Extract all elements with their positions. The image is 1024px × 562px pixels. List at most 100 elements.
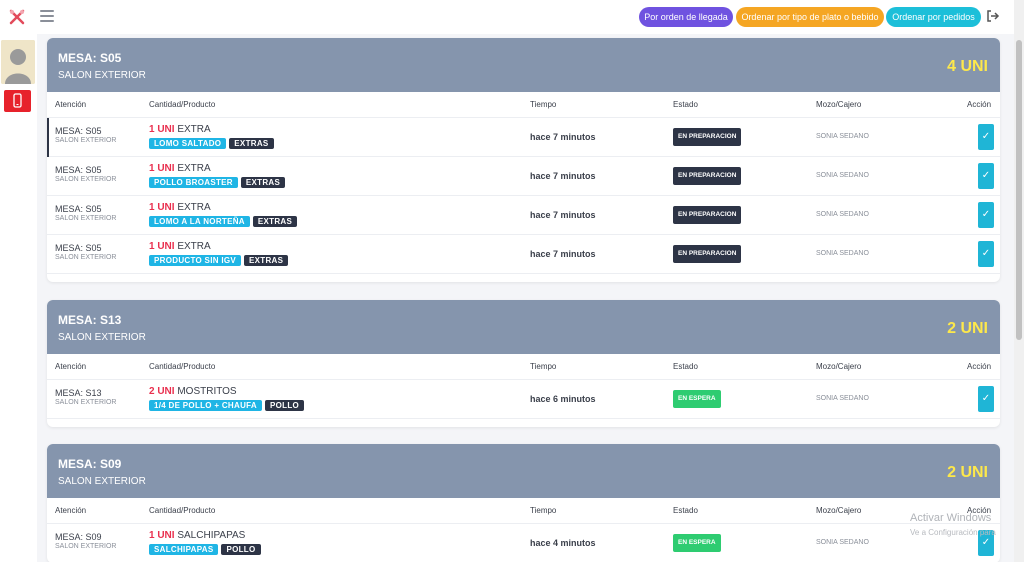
row-mesa: MESA: S05 [55, 165, 102, 175]
top-bar: Por orden de llegada Ordenar por tipo de… [0, 0, 1024, 34]
type-tag: EXTRAS [252, 216, 298, 227]
row-mozo: SONIA SEDANO [816, 395, 869, 402]
row-tags: LOMO SALTADO EXTRAS [149, 138, 277, 149]
status-badge: EN PREPARACION [673, 128, 742, 146]
row-mesa: MESA: S13 [55, 388, 102, 398]
row-mozo: SONIA SEDANO [816, 133, 869, 140]
check-icon: ✓ [981, 248, 991, 259]
row-mesa: MESA: S05 [55, 204, 102, 214]
quantity-number: 2 UNI [149, 386, 175, 397]
order-zone: SALON EXTERIOR [58, 476, 146, 487]
sidebar [0, 34, 37, 562]
row-mozo: SONIA SEDANO [816, 250, 869, 257]
order-card-header: MESA: S09 SALON EXTERIOR 2 UNI [47, 444, 1000, 498]
product-category: EXTRA [177, 202, 211, 213]
type-tag: EXTRAS [229, 138, 274, 149]
order-zone: SALON EXTERIOR [58, 70, 146, 81]
product-tag: POLLO BROASTER [149, 177, 238, 188]
user-avatar-icon [1, 40, 35, 84]
col-estado: Estado [673, 362, 698, 371]
type-tag: EXTRAS [240, 177, 286, 188]
confirm-button[interactable]: ✓ [978, 202, 994, 228]
windows-activation-subtext: Ve a Configuración para [910, 528, 996, 537]
confirm-button[interactable]: ✓ [978, 163, 994, 189]
type-tag: POLLO [221, 544, 261, 555]
order-unit-count: 4 UNI [947, 58, 988, 75]
quantity-number: 1 UNI [149, 163, 175, 174]
row-mesa: MESA: S05 [55, 243, 102, 253]
page-scrollbar[interactable] [1014, 0, 1024, 562]
order-card-s09: MESA: S09 SALON EXTERIOR 2 UNI Atención … [47, 444, 1000, 562]
table-row: MESA: S05 SALON EXTERIOR 1 UNI EXTRA PRO… [47, 235, 1000, 274]
row-zona: SALON EXTERIOR [55, 215, 117, 222]
col-accion: Acción [967, 100, 992, 109]
status-badge: EN ESPERA [673, 390, 721, 408]
check-icon: ✓ [981, 393, 991, 404]
status-badge: EN ESPERA [673, 534, 721, 552]
status-badge: EN PREPARACION [673, 167, 742, 185]
product-tag: PRODUCTO SIN IGV [149, 255, 241, 266]
confirm-button[interactable]: ✓ [978, 124, 994, 150]
order-card-header: MESA: S13 SALON EXTERIOR 2 UNI [47, 300, 1000, 354]
col-mozo-cajero: Mozo/Cajero [816, 100, 862, 109]
row-zona: SALON EXTERIOR [55, 176, 117, 183]
order-table-title: MESA: S13 [58, 313, 122, 327]
row-tags: POLLO BROASTER EXTRAS [149, 177, 288, 188]
row-quantity: 1 UNI EXTRA [149, 202, 211, 213]
windows-activation-watermark: Activar Windows [910, 512, 992, 524]
col-estado: Estado [673, 506, 698, 515]
row-quantity: 1 UNI EXTRA [149, 163, 211, 174]
sort-by-arrival-button[interactable]: Por orden de llegada [639, 7, 733, 27]
confirm-button[interactable]: ✓ [978, 241, 994, 267]
col-atencion: Atención [55, 506, 87, 515]
col-tiempo: Tiempo [530, 506, 557, 515]
type-tag: POLLO [264, 400, 305, 411]
col-mozo-cajero: Mozo/Cajero [816, 362, 862, 371]
row-tags: 1/4 DE POLLO + CHAUFA POLLO [149, 400, 307, 411]
order-table-title: MESA: S05 [58, 51, 122, 65]
sort-by-orders-button[interactable]: Ordenar por pedidos [886, 7, 981, 27]
check-icon: ✓ [981, 131, 991, 142]
table-row: MESA: S13 SALON EXTERIOR 2 UNI MOSTRITOS… [47, 380, 1000, 419]
row-tags: PRODUCTO SIN IGV EXTRAS [149, 255, 291, 266]
product-category: MOSTRITOS [177, 386, 237, 397]
confirm-button[interactable]: ✓ [978, 386, 994, 412]
row-time: hace 4 minutos [530, 538, 596, 548]
product-category: SALCHIPAPAS [177, 530, 246, 541]
order-table-title: MESA: S09 [58, 457, 122, 471]
mobile-view-button[interactable] [4, 90, 31, 112]
avatar[interactable] [1, 40, 35, 84]
row-quantity: 1 UNI EXTRA [149, 241, 211, 252]
row-time: hace 7 minutos [530, 249, 596, 259]
quantity-number: 1 UNI [149, 241, 175, 252]
sort-by-dish-type-button[interactable]: Ordenar por tipo de plato o bebido [736, 7, 884, 27]
row-time: hace 7 minutos [530, 132, 596, 142]
table-row: MESA: S05 SALON EXTERIOR 1 UNI EXTRA LOM… [47, 118, 1000, 157]
table-header: Atención Cantidad/Producto Tiempo Estado… [47, 498, 1000, 524]
order-card-s13: MESA: S13 SALON EXTERIOR 2 UNI Atención … [47, 300, 1000, 427]
row-time: hace 6 minutos [530, 394, 596, 404]
logout-icon[interactable] [986, 9, 1000, 23]
check-icon: ✓ [981, 209, 991, 220]
status-badge: EN PREPARACION [673, 245, 742, 263]
type-tag: EXTRAS [244, 255, 289, 266]
product-tag: LOMO A LA NORTEÑA [149, 216, 250, 227]
product-category: EXTRA [177, 241, 211, 252]
col-cantidad-producto: Cantidad/Producto [149, 100, 216, 109]
row-mesa: MESA: S05 [55, 126, 102, 136]
col-tiempo: Tiempo [530, 100, 557, 109]
check-icon: ✓ [981, 537, 991, 548]
scrollbar-thumb[interactable] [1016, 40, 1022, 340]
table-row: MESA: S05 SALON EXTERIOR 1 UNI EXTRA LOM… [47, 196, 1000, 235]
product-category: EXTRA [177, 163, 211, 174]
row-mozo: SONIA SEDANO [816, 172, 869, 179]
row-mozo: SONIA SEDANO [816, 211, 869, 218]
hamburger-menu-icon[interactable] [40, 10, 54, 22]
row-zona: SALON EXTERIOR [55, 543, 117, 550]
order-unit-count: 2 UNI [947, 320, 988, 337]
product-category: EXTRA [177, 124, 211, 135]
table-row: MESA: S09 SALON EXTERIOR 1 UNI SALCHIPAP… [47, 524, 1000, 562]
row-quantity: 2 UNI MOSTRITOS [149, 386, 237, 397]
product-tag: SALCHIPAPAS [149, 544, 219, 555]
table-row: MESA: S05 SALON EXTERIOR 1 UNI EXTRA POL… [47, 157, 1000, 196]
